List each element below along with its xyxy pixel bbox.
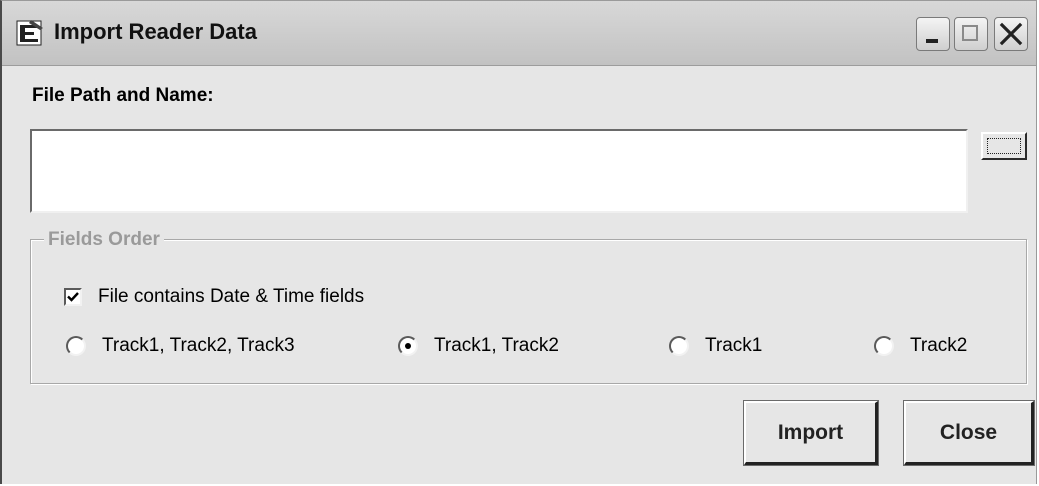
date-time-option[interactable]: File contains Date & Time fields [64, 285, 364, 309]
radio-label: Track1, Track2, Track3 [102, 335, 295, 356]
check-icon [67, 292, 79, 302]
radio-button[interactable] [874, 336, 894, 356]
radio-button[interactable] [669, 336, 689, 356]
app-icon [16, 19, 44, 47]
import-reader-dialog: Import Reader Data File Path and Name: F… [0, 0, 1037, 484]
close-icon [999, 22, 1023, 46]
radio-track1-track2[interactable]: Track1, Track2 [398, 333, 559, 359]
title-bar[interactable]: Import Reader Data [2, 1, 1036, 66]
date-time-checkbox[interactable] [64, 288, 82, 306]
window-title: Import Reader Data [54, 19, 257, 44]
close-window-button[interactable] [994, 17, 1028, 51]
file-path-label: File Path and Name: [32, 85, 214, 106]
maximize-button[interactable] [954, 17, 988, 51]
radio-button-selected[interactable] [398, 336, 418, 356]
radio-button[interactable] [66, 336, 86, 356]
radio-label: Track2 [910, 335, 968, 356]
radio-track1-track2-track3[interactable]: Track1, Track2, Track3 [66, 333, 295, 359]
fields-order-group [30, 239, 1027, 384]
minimize-button[interactable] [916, 17, 950, 51]
import-button[interactable]: Import [743, 400, 879, 466]
close-button[interactable]: Close [903, 400, 1035, 466]
radio-track2[interactable]: Track2 [874, 333, 967, 359]
date-time-label: File contains Date & Time fields [98, 286, 365, 307]
radio-label: Track1, Track2 [434, 335, 559, 356]
browse-button[interactable] [981, 132, 1027, 160]
radio-track1[interactable]: Track1 [669, 333, 762, 359]
radio-label: Track1 [705, 335, 763, 356]
fields-order-legend: Fields Order [44, 229, 164, 251]
file-path-input[interactable] [30, 129, 968, 213]
